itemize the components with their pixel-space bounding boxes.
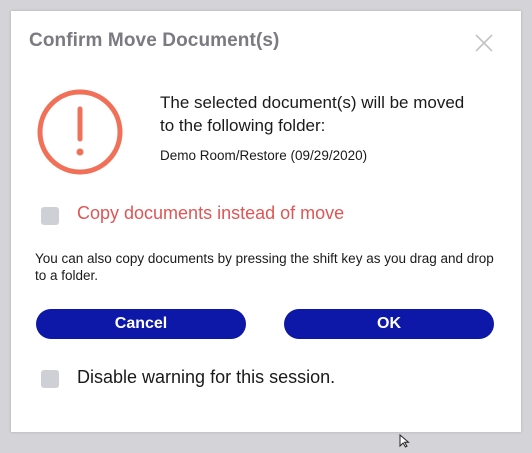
- close-icon: [475, 34, 493, 52]
- copy-option-label[interactable]: Copy documents instead of move: [77, 203, 344, 224]
- ok-button[interactable]: OK: [284, 309, 494, 339]
- copy-checkbox[interactable]: [41, 207, 59, 225]
- move-message: The selected document(s) will be moved t…: [160, 93, 465, 135]
- close-button[interactable]: [473, 32, 495, 54]
- confirm-move-dialog: Confirm Move Document(s) The selected do…: [11, 11, 521, 432]
- shift-key-hint: You can also copy documents by pressing …: [35, 251, 494, 283]
- dialog-title: Confirm Move Document(s): [29, 30, 280, 51]
- exclamation-circle-icon: [35, 87, 125, 177]
- cancel-button[interactable]: Cancel: [36, 309, 246, 339]
- disable-warning-label[interactable]: Disable warning for this session.: [77, 367, 335, 388]
- disable-warning-checkbox[interactable]: [41, 370, 59, 388]
- destination-path: Demo Room/Restore (09/29/2020): [160, 148, 368, 163]
